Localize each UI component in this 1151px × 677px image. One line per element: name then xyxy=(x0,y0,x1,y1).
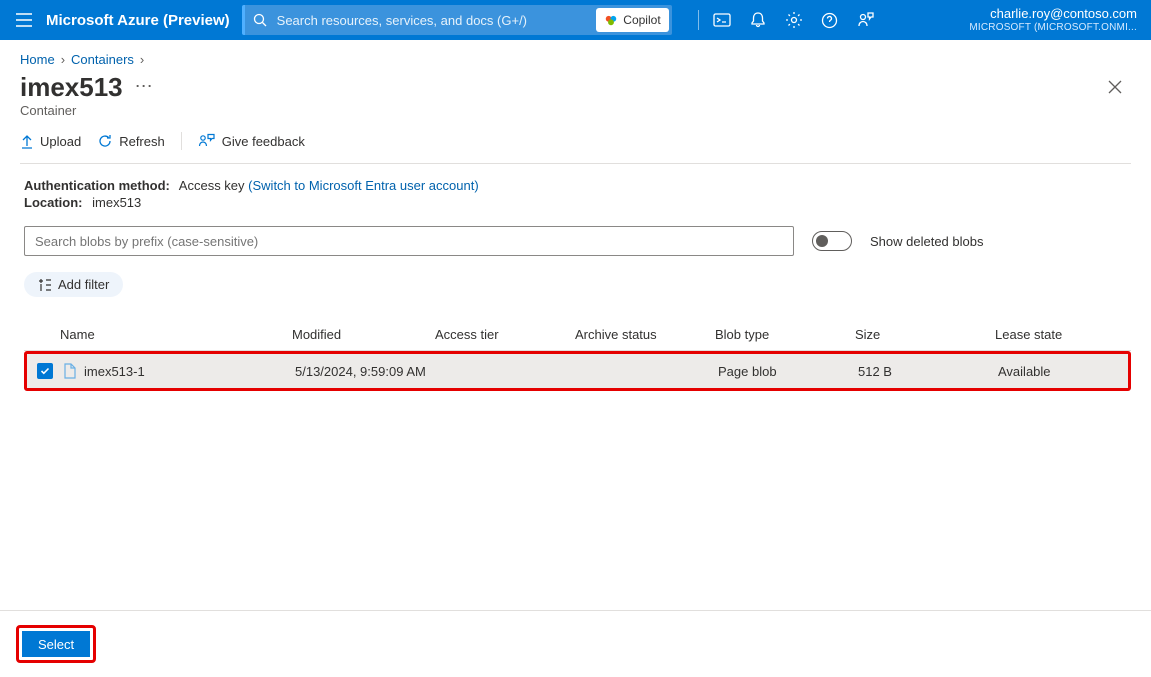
upload-button[interactable]: Upload xyxy=(20,133,81,149)
cloud-shell-icon xyxy=(713,12,731,28)
divider xyxy=(698,10,699,30)
copilot-button[interactable]: Copilot xyxy=(596,8,668,32)
table-header: Name Modified Access tier Archive status… xyxy=(24,319,1131,351)
refresh-button[interactable]: Refresh xyxy=(97,133,165,149)
page-subtitle: Container xyxy=(0,103,1151,128)
feedback-label: Give feedback xyxy=(222,134,305,149)
check-icon xyxy=(40,366,50,376)
prefix-search-input[interactable] xyxy=(24,226,794,256)
settings-button[interactable] xyxy=(777,0,811,40)
col-access-tier[interactable]: Access tier xyxy=(435,327,575,342)
blob-table: Name Modified Access tier Archive status… xyxy=(24,319,1131,391)
give-feedback-button[interactable]: Give feedback xyxy=(198,133,305,149)
upload-icon xyxy=(20,133,34,149)
close-button[interactable] xyxy=(1099,71,1131,103)
show-deleted-toggle[interactable] xyxy=(812,231,852,251)
hamburger-menu-button[interactable] xyxy=(10,6,38,34)
person-feedback-icon xyxy=(857,11,875,29)
hamburger-icon xyxy=(16,13,32,27)
auth-method-value: Access key xyxy=(179,178,245,193)
file-icon xyxy=(63,363,77,379)
table-row[interactable]: imex513-1 5/13/2024, 9:59:09 AM Page blo… xyxy=(27,354,1128,388)
gear-icon xyxy=(785,11,803,29)
chevron-right-icon: › xyxy=(61,52,65,67)
search-icon xyxy=(245,13,275,27)
location-label: Location: xyxy=(24,195,83,210)
header-tool-icons xyxy=(694,0,883,40)
col-name[interactable]: Name xyxy=(60,327,292,342)
azure-top-bar: Microsoft Azure (Preview) Copilot xyxy=(0,0,1151,40)
filter-row: Show deleted blobs xyxy=(0,216,1151,266)
global-search-input[interactable] xyxy=(275,12,597,29)
filter-add-icon xyxy=(38,278,52,292)
close-icon xyxy=(1108,80,1122,94)
add-filter-label: Add filter xyxy=(58,277,109,292)
page-title: imex513 xyxy=(20,72,123,103)
person-feedback-icon xyxy=(198,133,216,149)
page-header: imex513 ⋯ xyxy=(0,67,1151,103)
col-size[interactable]: Size xyxy=(855,327,995,342)
row-checkbox[interactable] xyxy=(37,363,53,379)
blob-name: imex513-1 xyxy=(84,364,145,379)
highlight-row-annotation: imex513-1 5/13/2024, 9:59:09 AM Page blo… xyxy=(24,351,1131,391)
upload-label: Upload xyxy=(40,134,81,149)
refresh-label: Refresh xyxy=(119,134,165,149)
more-actions-button[interactable]: ⋯ xyxy=(135,76,155,103)
bell-icon xyxy=(750,11,766,29)
feedback-button[interactable] xyxy=(849,0,883,40)
container-meta: Authentication method: Access key (Switc… xyxy=(0,164,1151,216)
blob-lease: Available xyxy=(998,364,1128,379)
help-button[interactable] xyxy=(813,0,847,40)
copilot-label: Copilot xyxy=(623,13,660,27)
show-deleted-label: Show deleted blobs xyxy=(870,234,983,249)
col-modified[interactable]: Modified xyxy=(292,327,435,342)
chevron-right-icon: › xyxy=(140,52,144,67)
add-filter-button[interactable]: Add filter xyxy=(24,272,123,297)
col-blob-type[interactable]: Blob type xyxy=(715,327,855,342)
global-search[interactable]: Copilot xyxy=(242,5,672,35)
footer-bar: Select xyxy=(0,610,1151,677)
col-archive-status[interactable]: Archive status xyxy=(575,327,715,342)
blob-type: Page blob xyxy=(718,364,858,379)
divider xyxy=(181,132,182,150)
notifications-button[interactable] xyxy=(741,0,775,40)
refresh-icon xyxy=(97,133,113,149)
breadcrumb-home[interactable]: Home xyxy=(20,52,55,67)
help-icon xyxy=(821,12,838,29)
user-account[interactable]: charlie.roy@contoso.com MICROSOFT (MICRO… xyxy=(969,7,1141,32)
highlight-select-annotation: Select xyxy=(16,625,96,663)
copilot-icon xyxy=(604,13,618,27)
breadcrumb: Home › Containers › xyxy=(0,40,1151,67)
breadcrumb-containers[interactable]: Containers xyxy=(71,52,134,67)
auth-method-label: Authentication method: xyxy=(24,178,170,193)
toggle-knob xyxy=(816,235,828,247)
blob-size: 512 B xyxy=(858,364,998,379)
cloud-shell-button[interactable] xyxy=(705,0,739,40)
user-tenant: MICROSOFT (MICROSOFT.ONMI... xyxy=(969,22,1137,33)
blob-modified: 5/13/2024, 9:59:09 AM xyxy=(295,364,438,379)
command-bar: Upload Refresh Give feedback xyxy=(0,128,1151,163)
user-email: charlie.roy@contoso.com xyxy=(969,7,1137,21)
col-lease-state[interactable]: Lease state xyxy=(995,327,1131,342)
switch-auth-link[interactable]: (Switch to Microsoft Entra user account) xyxy=(248,178,478,193)
select-button[interactable]: Select xyxy=(22,631,90,657)
location-value: imex513 xyxy=(92,195,141,210)
brand-title: Microsoft Azure (Preview) xyxy=(46,12,230,29)
